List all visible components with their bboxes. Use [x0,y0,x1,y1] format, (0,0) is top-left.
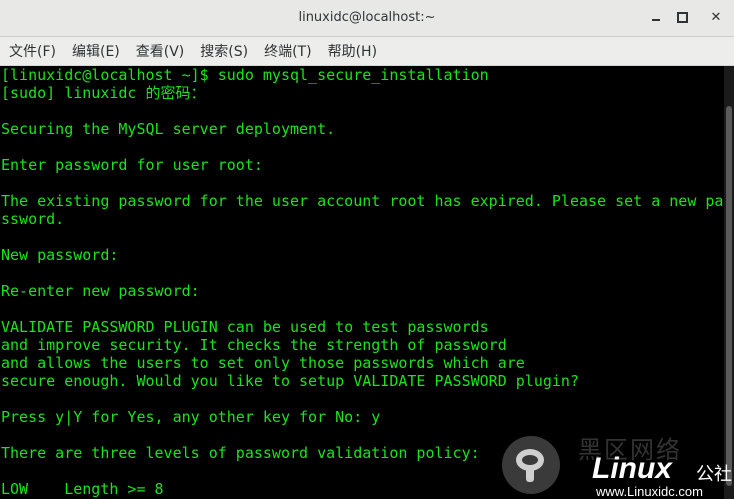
terminal-line: [sudo] linuxidc 的密码： [1,84,206,102]
window-title: linuxidc@localhost:~ [298,10,436,25]
close-button[interactable]: ✕ [706,8,726,28]
terminal-window: linuxidc@localhost:~ ✕ 文件(F) 编辑(E) 查看(V)… [0,0,734,499]
minimize-icon [652,18,660,21]
terminal-line: Press y|Y for Yes, any other key for No:… [1,408,381,426]
terminal-line: New password: [1,246,119,264]
title-bar[interactable]: linuxidc@localhost:~ ✕ [0,0,734,37]
terminal-line: Enter password for user root: [1,156,263,174]
menu-help[interactable]: 帮助(H) [323,41,382,61]
menu-search[interactable]: 搜索(S) [195,41,253,61]
watermark-brand: Linux [592,452,672,485]
terminal-line: ssword. [1,210,65,228]
maximize-button[interactable] [672,8,692,28]
terminal-line: secure enough. Would you like to setup V… [1,372,579,390]
minimize-button[interactable] [646,8,666,28]
terminal-line: VALIDATE PASSWORD PLUGIN can be used to … [1,318,489,336]
penguin-logo-icon [502,436,560,494]
terminal-line: Re-enter new password: [1,282,200,300]
terminal-line: and improve security. It checks the stre… [1,336,507,354]
terminal-line: The existing password for the user accou… [1,192,724,210]
menu-edit[interactable]: 编辑(E) [67,41,125,61]
close-icon: ✕ [710,10,722,25]
menu-file[interactable]: 文件(F) [4,41,61,61]
menu-terminal[interactable]: 终端(T) [259,41,316,61]
terminal-line: [linuxidc@localhost ~]$ sudo mysql_secur… [1,66,489,84]
watermark-url: www.Linuxidc.com [596,484,703,499]
menu-view[interactable]: 查看(V) [131,41,190,61]
maximize-icon [676,12,688,23]
scrollbar-thumb[interactable] [726,106,732,486]
terminal-line: and allows the users to set only those p… [1,354,525,372]
terminal-line: Securing the MySQL server deployment. [1,120,336,138]
menu-bar: 文件(F) 编辑(E) 查看(V) 搜索(S) 终端(T) 帮助(H) [0,37,734,66]
watermark-brand-suffix: 公社 [696,464,732,485]
watermark: 黑区网络 Linux 公社 www.Linuxidc.com [500,430,734,499]
